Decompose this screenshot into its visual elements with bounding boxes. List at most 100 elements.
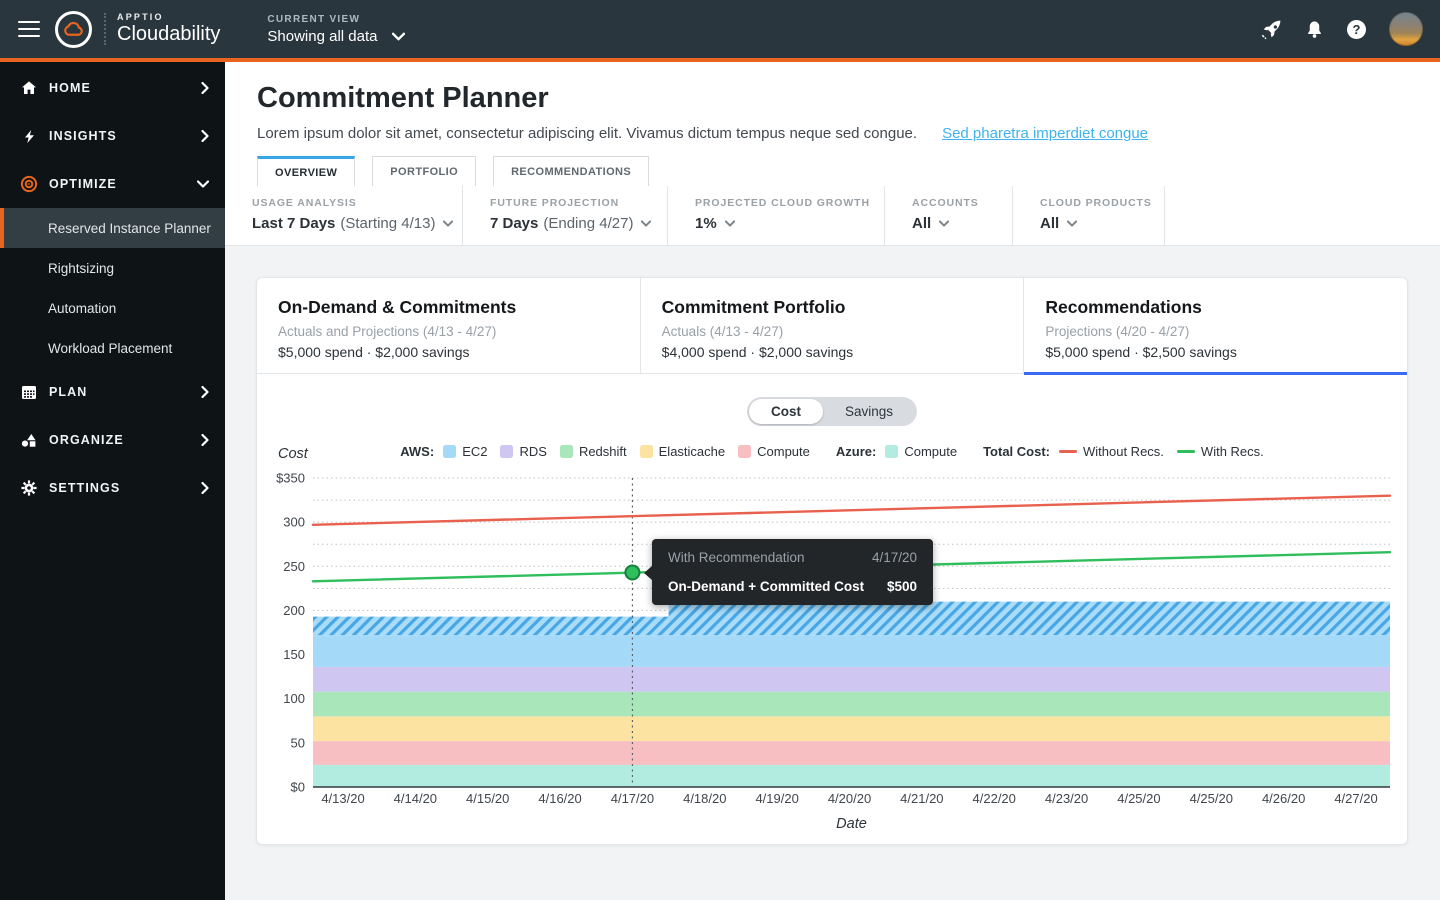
summary-row: On-Demand & Commitments Actuals and Proje… xyxy=(257,278,1407,374)
page-title: Commitment Planner xyxy=(257,82,1440,114)
x-tick-label: 4/21/20 xyxy=(900,791,943,806)
tooltip-series-name: With Recommendation xyxy=(668,550,805,565)
filter-value: 7 Days (Ending 4/27) xyxy=(490,215,667,232)
cost-savings-toggle: CostSavings xyxy=(747,397,917,426)
band-rds xyxy=(313,667,1390,692)
chart-marker-dot[interactable] xyxy=(625,565,639,579)
line-without-recs xyxy=(313,496,1390,525)
brand-separator xyxy=(104,13,106,45)
summary-card-on-demand-commitments[interactable]: On-Demand & Commitments Actuals and Proje… xyxy=(257,278,641,373)
apptio-cloudability-logo[interactable]: APPTIO Cloudability xyxy=(55,11,220,48)
x-tick-label: 4/25/20 xyxy=(1117,791,1160,806)
plan-icon xyxy=(20,383,38,401)
header-link[interactable]: Sed pharetra imperdiet congue xyxy=(942,125,1148,142)
insights-icon xyxy=(20,127,38,145)
summary-card-title: On-Demand & Commitments xyxy=(278,297,640,318)
x-tick-label: 4/26/20 xyxy=(1262,791,1305,806)
summary-card-subtitle: Actuals (4/13 - 4/27) xyxy=(662,324,1024,339)
filter-cloud-products[interactable]: CLOUD PRODUCTS All xyxy=(1013,186,1165,245)
summary-card-subtitle: Projections (4/20 - 4/27) xyxy=(1045,324,1407,339)
legend-line-swatch xyxy=(1177,450,1195,453)
sidebar-subitem-workload-placement[interactable]: Workload Placement xyxy=(0,328,225,368)
filter-bar: USAGE ANALYSISLast 7 Days(Starting 4/13)… xyxy=(225,186,1440,246)
brand-small: APPTIO xyxy=(117,12,220,22)
tabs: OVERVIEW PORTFOLIO RECOMMENDATIONS xyxy=(257,156,1440,186)
current-view-selector[interactable]: CURRENT VIEW Showing all data xyxy=(267,14,405,45)
summary-card-subtitle: Actuals and Projections (4/13 - 4/27) xyxy=(278,324,640,339)
tab-overview[interactable]: OVERVIEW xyxy=(257,156,355,186)
filter-value: All xyxy=(1040,215,1164,232)
topbar: APPTIO Cloudability CURRENT VIEW Showing… xyxy=(0,0,1440,62)
sidebar-subitem-rightsizing[interactable]: Rightsizing xyxy=(0,248,225,288)
summary-card-title: Commitment Portfolio xyxy=(662,297,1024,318)
x-tick-label: 4/14/20 xyxy=(394,791,437,806)
current-view-label: CURRENT VIEW xyxy=(267,14,405,25)
legend-line-swatch xyxy=(1059,450,1077,453)
sidebar-item-organize[interactable]: ORGANIZE xyxy=(0,416,225,464)
summary-card-commitment-portfolio[interactable]: Commitment Portfolio Actuals (4/13 - 4/27… xyxy=(641,278,1025,373)
y-tick-label: 300 xyxy=(283,515,305,530)
summary-card-value: $4,000 spend · $2,000 savings xyxy=(662,344,1024,360)
band-ec2-projected xyxy=(313,602,1390,636)
sidebar-subitem-automation[interactable]: Automation xyxy=(0,288,225,328)
legend-swatch xyxy=(443,445,456,458)
sidebar-item-plan[interactable]: PLAN xyxy=(0,368,225,416)
legend-group-azure: Azure: Compute xyxy=(836,444,957,459)
chevron-right-icon xyxy=(201,82,209,94)
legend-item-label: With Recs. xyxy=(1201,444,1264,459)
summary-card-recommendations[interactable]: RecommendationsProjections (4/20 - 4/27)… xyxy=(1024,278,1407,373)
band-redshift xyxy=(313,692,1390,717)
avatar[interactable] xyxy=(1389,12,1423,46)
y-tick-label: 100 xyxy=(283,691,305,706)
sidebar-item-label: HOME xyxy=(49,81,91,95)
legend-group-aws: AWS:EC2RDSRedshiftElasticacheCompute xyxy=(400,444,810,459)
filter-value-suffix: (Ending 4/27) xyxy=(543,215,633,232)
filter-label: USAGE ANALYSIS xyxy=(252,197,462,209)
chevron-down-icon xyxy=(725,220,735,227)
x-axis-label: Date xyxy=(836,816,867,832)
legend-item-ec2: EC2 xyxy=(443,444,487,459)
sidebar-item-optimize[interactable]: OPTIMIZE xyxy=(0,160,225,208)
filter-value: All xyxy=(912,215,1012,232)
y-tick-label: 50 xyxy=(291,735,305,750)
x-tick-label: 4/19/20 xyxy=(755,791,798,806)
legend-item-compute: Compute xyxy=(885,444,957,459)
tab-recommendations[interactable]: RECOMMENDATIONS xyxy=(493,156,649,186)
sidebar-item-insights[interactable]: INSIGHTS xyxy=(0,112,225,160)
filter-usage-analysis[interactable]: USAGE ANALYSISLast 7 Days(Starting 4/13) xyxy=(225,186,463,245)
rocket-icon[interactable] xyxy=(1261,19,1282,40)
legend-group-label: Azure: xyxy=(836,444,876,459)
filter-label: PROJECTED CLOUD GROWTH xyxy=(695,197,884,209)
filter-accounts[interactable]: ACCOUNTS All xyxy=(885,186,1013,245)
toggle-option-cost[interactable]: Cost xyxy=(749,399,823,424)
filter-future-projection[interactable]: FUTURE PROJECTION7 Days(Ending 4/27) xyxy=(463,186,668,245)
sidebar: HOME INSIGHTS OPTIMIZE Reserved Instance Pl… xyxy=(0,62,225,900)
filter-projected-cloud-growth[interactable]: PROJECTED CLOUD GROWTH 1% xyxy=(668,186,885,245)
filter-value-text: 7 Days xyxy=(490,215,538,232)
band-ec2 xyxy=(313,635,1390,667)
chevron-right-icon xyxy=(201,482,209,494)
sidebar-item-settings[interactable]: SETTINGS xyxy=(0,464,225,512)
page-header: Commitment Planner Lorem ipsum dolor sit… xyxy=(225,62,1440,186)
sidebar-item-home[interactable]: HOME xyxy=(0,64,225,112)
filter-value: 1% xyxy=(695,215,884,232)
legend-item-with-recs: With Recs. xyxy=(1177,444,1264,459)
cloud-logo-icon xyxy=(55,11,92,48)
x-tick-label: 4/22/20 xyxy=(973,791,1016,806)
legend-item-label: RDS xyxy=(519,444,546,459)
legend-item-without-recs: Without Recs. xyxy=(1059,444,1164,459)
filter-label: ACCOUNTS xyxy=(912,197,1012,209)
commitment-chart[interactable]: $35030025020015010050$04/13/204/14/204/1… xyxy=(257,458,1407,843)
tab-portfolio[interactable]: PORTFOLIO xyxy=(372,156,476,186)
hamburger-menu-icon[interactable] xyxy=(18,16,40,42)
help-icon[interactable]: ? xyxy=(1347,20,1366,39)
organize-icon xyxy=(20,431,38,449)
y-tick-label: 250 xyxy=(283,559,305,574)
chevron-down-icon xyxy=(641,220,651,227)
sidebar-subitem-reserved-instance-planner[interactable]: Reserved Instance Planner xyxy=(0,208,225,248)
main-content: Commitment Planner Lorem ipsum dolor sit… xyxy=(225,62,1440,900)
filter-label: CLOUD PRODUCTS xyxy=(1040,197,1164,209)
toggle-option-savings[interactable]: Savings xyxy=(823,399,915,424)
bell-icon[interactable] xyxy=(1305,20,1324,39)
sidebar-item-label: OPTIMIZE xyxy=(49,177,117,191)
